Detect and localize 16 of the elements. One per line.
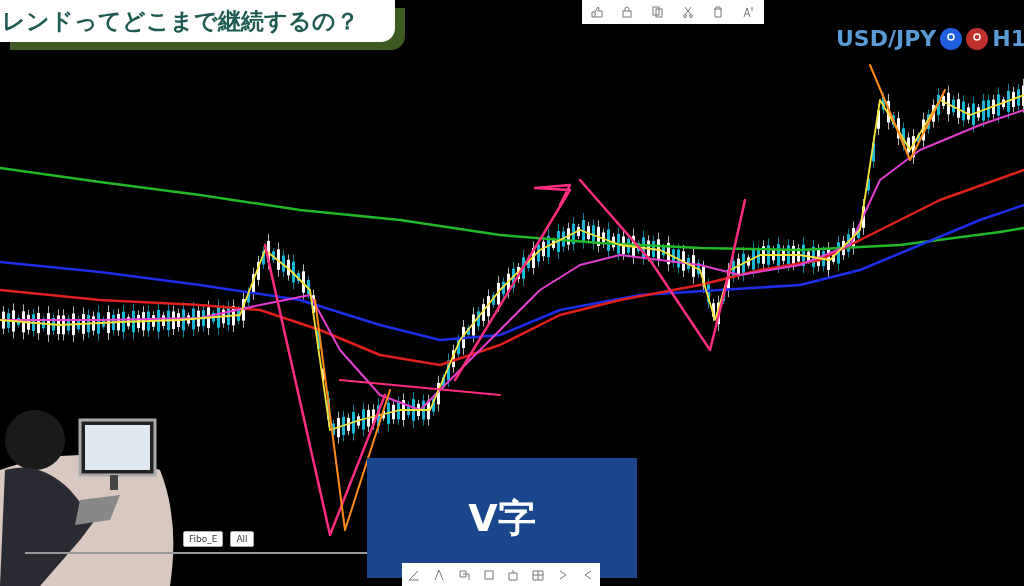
copy-icon[interactable] [651, 6, 664, 18]
chart-button[interactable]: Fibo_E [183, 531, 224, 547]
thumbs-up-icon[interactable] [591, 6, 604, 18]
text-cursor-icon[interactable] [433, 568, 446, 581]
chart-button[interactable]: All [230, 531, 254, 547]
trash-icon[interactable] [712, 6, 725, 18]
pencil-icon[interactable] [408, 568, 421, 581]
grid-icon[interactable] [532, 568, 545, 581]
cut-icon[interactable] [682, 6, 695, 18]
square-icon[interactable] [482, 568, 495, 581]
lock-icon[interactable] [621, 6, 634, 18]
symbol-label: USD/JPY [836, 28, 937, 50]
caption: V字 [367, 458, 637, 578]
timeframe-label: H1 [992, 28, 1024, 50]
shape-icon[interactable] [457, 568, 470, 581]
font-size-icon[interactable] [742, 6, 755, 18]
